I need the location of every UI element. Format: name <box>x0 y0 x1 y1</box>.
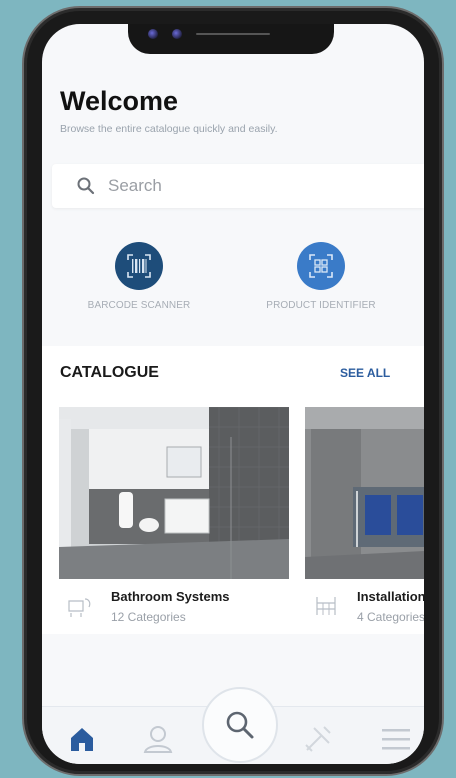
catalogue-card-bathroom[interactable]: Bathroom Systems 12 Categories <box>59 407 289 637</box>
catalogue-card-installation[interactable]: Installation 4 Categories <box>305 407 424 637</box>
search-input[interactable] <box>108 175 408 197</box>
nav-profile[interactable] <box>140 721 176 757</box>
tools-icon <box>305 726 331 752</box>
phone-notch <box>128 24 334 54</box>
catalogue-title: CATALOGUE <box>60 364 159 381</box>
barcode-scanner-icon <box>127 254 151 278</box>
app-screen: Welcome Browse the entire catalogue quic… <box>42 24 424 764</box>
search-icon <box>226 711 254 739</box>
see-all-link[interactable]: SEE ALL <box>340 366 390 380</box>
product-identifier-button[interactable]: PRODUCT IDENTIFIER <box>236 242 406 311</box>
card-meta: Installation 4 Categories <box>305 579 424 629</box>
page-subtitle: Browse the entire catalogue quickly and … <box>60 123 278 135</box>
installation-image <box>305 407 424 579</box>
sensor-icon <box>172 29 182 39</box>
bathroom-image <box>59 407 289 579</box>
nav-menu[interactable] <box>378 721 414 757</box>
card-count: 12 Categories <box>111 610 186 624</box>
installation-systems-icon <box>316 597 336 615</box>
nav-home[interactable] <box>64 721 100 757</box>
home-icon <box>71 728 93 751</box>
front-camera-icon <box>148 29 158 39</box>
card-title: Installation <box>357 589 424 604</box>
search-icon <box>77 177 95 195</box>
card-count: 4 Categories <box>357 610 424 624</box>
profile-icon <box>143 726 173 753</box>
barcode-scanner-circle <box>115 242 163 290</box>
page-title: Welcome <box>60 86 179 116</box>
product-identifier-icon <box>309 254 333 278</box>
menu-icon <box>382 729 410 750</box>
product-identifier-label: PRODUCT IDENTIFIER <box>266 300 376 311</box>
card-meta: Bathroom Systems 12 Categories <box>59 579 289 629</box>
nav-search-button[interactable] <box>202 687 278 763</box>
barcode-scanner-label: BARCODE SCANNER <box>87 300 191 311</box>
earpiece-speaker <box>196 33 270 35</box>
nav-tools[interactable] <box>300 721 336 757</box>
bathroom-systems-icon <box>68 598 91 617</box>
card-title: Bathroom Systems <box>111 589 230 604</box>
product-identifier-circle <box>297 242 345 290</box>
barcode-scanner-button[interactable]: BARCODE SCANNER <box>54 242 224 311</box>
search-bar[interactable] <box>52 164 424 208</box>
